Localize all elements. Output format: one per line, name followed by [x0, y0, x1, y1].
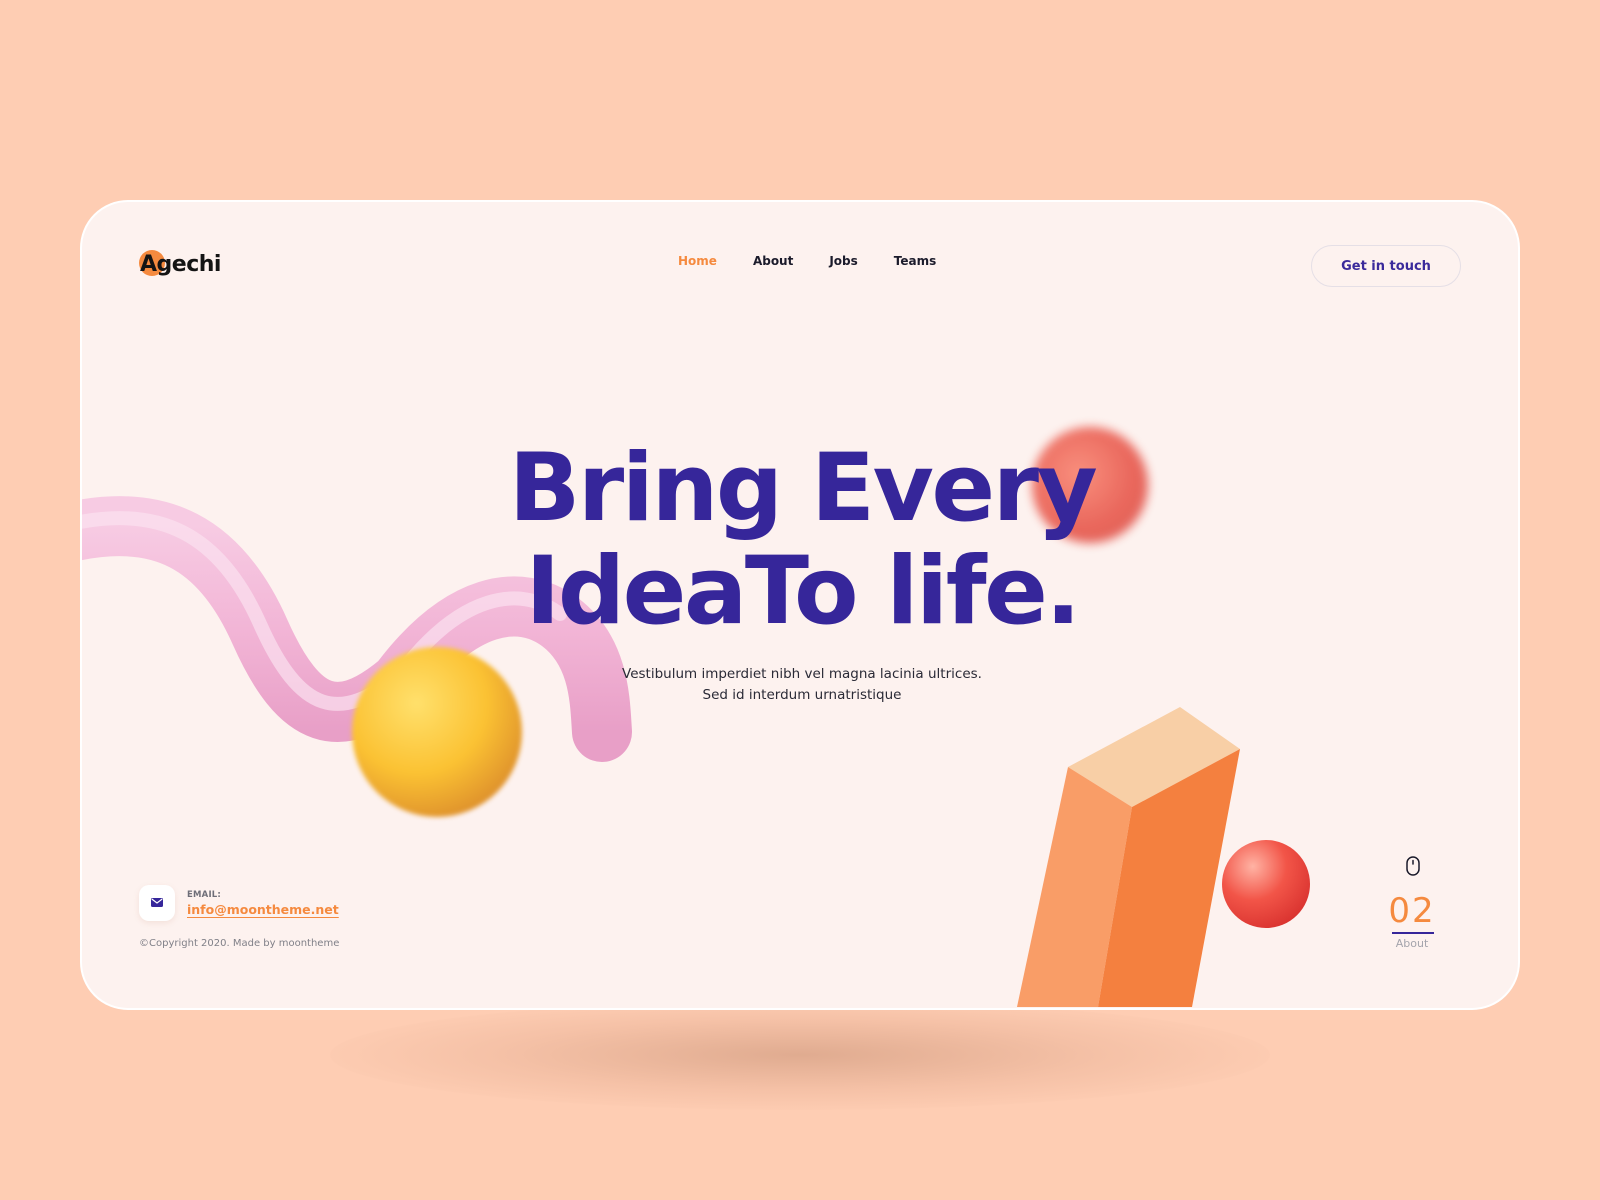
hero-title: Bring Every IdeaTo life.	[82, 434, 1518, 646]
nav-item-home[interactable]: Home	[678, 254, 717, 268]
brand-name: Agechi	[140, 252, 221, 277]
email-label: EMAIL:	[187, 890, 222, 900]
page-background: Agechi Home About Jobs Teams Get in touc…	[0, 0, 1600, 1200]
hero-subtitle: Vestibulum imperdiet nibh vel magna laci…	[82, 664, 1518, 706]
page-number: 02	[1388, 891, 1436, 931]
mouse-icon	[1406, 856, 1420, 876]
get-in-touch-button[interactable]: Get in touch	[1311, 245, 1461, 287]
orange-pillar-shape	[1017, 707, 1240, 1007]
main-nav: Home About Jobs Teams	[678, 254, 972, 268]
page-number-underline	[1392, 932, 1434, 934]
nav-item-about[interactable]: About	[753, 254, 793, 268]
hero-title-line-2: IdeaTo life.	[525, 537, 1081, 646]
brand-logo[interactable]: Agechi	[139, 248, 229, 288]
nav-item-jobs[interactable]: Jobs	[829, 254, 857, 268]
mail-icon-box	[139, 885, 175, 921]
copyright-text: ©Copyright 2020. Made by moontheme	[139, 938, 340, 949]
hero-subtitle-line-2: Sed id interdum urnatristique	[702, 687, 902, 703]
red-sphere	[1222, 840, 1310, 928]
email-link[interactable]: info@moontheme.net	[187, 902, 339, 917]
nav-item-teams[interactable]: Teams	[894, 254, 936, 268]
landing-card: Agechi Home About Jobs Teams Get in touc…	[80, 200, 1520, 1010]
hero-subtitle-line-1: Vestibulum imperdiet nibh vel magna laci…	[622, 666, 982, 682]
page-label[interactable]: About	[1362, 937, 1462, 950]
card-shadow	[330, 1000, 1270, 1110]
hero-title-line-1: Bring Every	[508, 434, 1098, 543]
mail-icon	[151, 898, 163, 907]
